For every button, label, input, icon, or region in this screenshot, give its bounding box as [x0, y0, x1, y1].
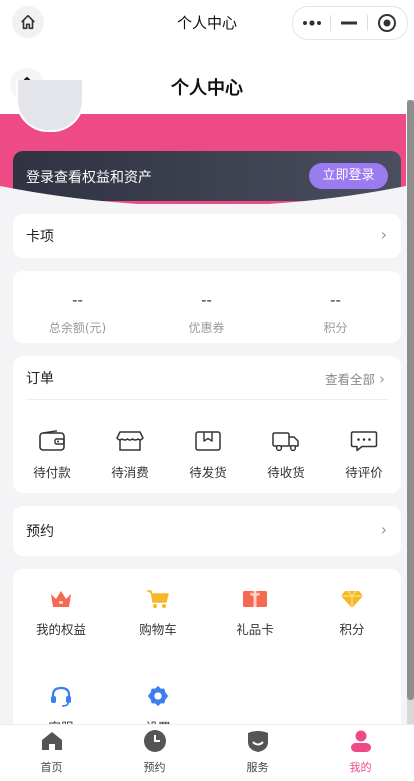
card-items-label: 卡项	[26, 229, 54, 245]
truck-icon	[272, 432, 299, 452]
tab-booking[interactable]: 预约	[103, 729, 206, 775]
chevron-right-icon: ›	[380, 520, 387, 539]
service-my-benefits[interactable]: 我的权益	[13, 589, 109, 638]
tab-service[interactable]: 服务	[206, 729, 309, 775]
asset-label: 优惠券	[188, 321, 225, 335]
scrollbar-thumb[interactable]	[407, 100, 414, 700]
asset-value: --	[330, 291, 341, 309]
orders-title: 订单	[26, 371, 54, 387]
booking-row[interactable]: 预约 ›	[13, 506, 401, 556]
box-icon	[195, 431, 221, 451]
view-all-label: 查看全部	[325, 372, 376, 387]
asset-balance[interactable]: -- 总余额(元)	[13, 291, 142, 336]
minimize-button[interactable]	[331, 7, 367, 39]
asset-label: 总余额(元)	[48, 321, 107, 335]
service-gift-card[interactable]: 礼品卡	[207, 589, 303, 638]
service-cart[interactable]: 购物车	[110, 589, 206, 638]
booking-label: 预约	[26, 524, 54, 540]
minimize-icon	[341, 21, 357, 25]
comment-icon	[350, 431, 378, 452]
capsule-menu	[292, 6, 408, 40]
service-label: 我的权益	[35, 622, 86, 637]
headset-icon	[51, 686, 71, 707]
chevron-right-icon: ›	[380, 225, 387, 244]
asset-value: --	[72, 291, 83, 309]
services-card: 我的权益 购物车 礼品卡 积分 客服 设置	[13, 569, 401, 739]
settings-icon	[147, 685, 169, 707]
order-label: 待消费	[111, 465, 149, 480]
home-icon	[41, 732, 62, 750]
wallet-icon	[39, 430, 65, 451]
assets-card: -- 总余额(元) -- 优惠券 -- 积分	[13, 271, 401, 343]
view-all-orders-link[interactable]: 查看全部 ›	[325, 369, 385, 388]
tab-home[interactable]: 首页	[0, 729, 103, 775]
order-pending-ship[interactable]: 待发货	[169, 430, 247, 481]
order-label: 待收货	[267, 465, 305, 480]
asset-coupons[interactable]: -- 优惠券	[142, 291, 271, 336]
asset-value: --	[201, 291, 212, 309]
asset-label: 积分	[323, 321, 348, 335]
crown-icon	[51, 591, 71, 607]
banner-curve	[0, 186, 406, 216]
login-prompt: 登录查看权益和资产	[26, 170, 152, 186]
tab-label: 预约	[143, 761, 166, 774]
order-pending-payment[interactable]: 待付款	[13, 430, 91, 481]
diamond-icon	[341, 590, 363, 608]
close-miniprogram-button[interactable]	[368, 7, 406, 39]
target-icon	[378, 14, 396, 32]
orders-card: 订单 查看全部 › 待付款 待消费 待发货 待收货 待评价	[13, 356, 401, 493]
miniprogram-top-bar: 个人中心	[0, 0, 414, 44]
tab-label: 我的	[349, 761, 372, 774]
tab-label: 服务	[246, 761, 269, 774]
chevron-right-icon: ›	[379, 370, 385, 388]
order-pending-review[interactable]: 待评价	[325, 430, 403, 481]
service-label: 礼品卡	[236, 622, 274, 637]
service-icon	[247, 731, 268, 752]
divider	[26, 399, 388, 400]
cart-icon	[147, 590, 169, 608]
order-label: 待发货	[189, 465, 227, 480]
service-label: 购物车	[139, 622, 177, 637]
asset-points[interactable]: -- 积分	[271, 291, 400, 336]
tab-label: 首页	[40, 761, 63, 774]
bottom-tab-bar: 首页 预约 服务 我的	[0, 724, 414, 781]
service-label: 积分	[339, 622, 365, 637]
clock-icon	[143, 730, 166, 752]
user-icon	[350, 730, 371, 752]
service-points[interactable]: 积分	[304, 589, 400, 638]
more-button[interactable]	[293, 7, 330, 39]
order-pending-receive[interactable]: 待收货	[247, 430, 325, 481]
order-pending-use[interactable]: 待消费	[91, 430, 169, 481]
card-items-row[interactable]: 卡项 ›	[13, 214, 401, 258]
tab-mine[interactable]: 我的	[309, 729, 412, 775]
order-label: 待评价	[345, 465, 383, 480]
gift-card-icon	[243, 591, 267, 607]
more-dots-icon	[302, 20, 321, 26]
order-label: 待付款	[33, 465, 71, 480]
store-icon	[116, 431, 144, 451]
